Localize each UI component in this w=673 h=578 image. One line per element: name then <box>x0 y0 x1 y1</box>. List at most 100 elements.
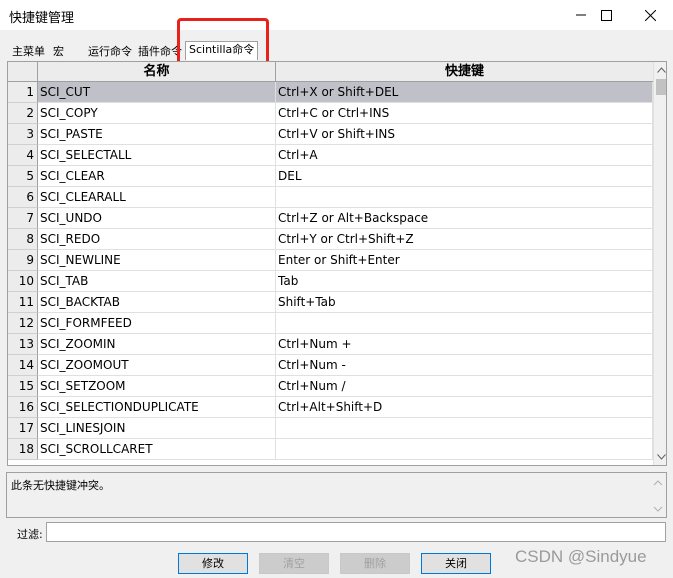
row-number[interactable]: 9 <box>8 250 38 271</box>
table-row[interactable]: 10 SCI_TAB Tab <box>8 271 653 292</box>
shortcut-cell[interactable]: Ctrl+Alt+Shift+D <box>276 397 653 418</box>
command-name-cell[interactable]: SCI_PASTE <box>38 124 276 145</box>
table-row[interactable]: 9 SCI_NEWLINE Enter or Shift+Enter <box>8 250 653 271</box>
delete-button[interactable]: 删除 <box>340 553 410 574</box>
shortcut-cell[interactable]: Enter or Shift+Enter <box>276 250 653 271</box>
command-name-cell[interactable]: SCI_REDO <box>38 229 276 250</box>
row-number[interactable]: 2 <box>8 103 38 124</box>
chevron-up-icon <box>656 67 666 73</box>
table-row[interactable]: 17 SCI_LINESJOIN <box>8 418 653 439</box>
command-name-cell[interactable]: SCI_BACKTAB <box>38 292 276 313</box>
table-row[interactable]: 13 SCI_ZOOMIN Ctrl+Num + <box>8 334 653 355</box>
chevron-down-icon <box>656 454 666 460</box>
maximize-icon <box>600 9 612 21</box>
row-number[interactable]: 15 <box>8 376 38 397</box>
command-name-cell[interactable]: SCI_NEWLINE <box>38 250 276 271</box>
row-number[interactable]: 12 <box>8 313 38 334</box>
row-number[interactable]: 1 <box>8 82 38 103</box>
shortcut-cell[interactable]: Ctrl+Z or Alt+Backspace <box>276 208 653 229</box>
table-row[interactable]: 7 SCI_UNDO Ctrl+Z or Alt+Backspace <box>8 208 653 229</box>
filter-input[interactable] <box>46 522 666 542</box>
table-row[interactable]: 2 SCI_COPY Ctrl+C or Ctrl+INS <box>8 103 653 124</box>
table-row[interactable]: 16 SCI_SELECTIONDUPLICATE Ctrl+Alt+Shift+D <box>8 397 653 418</box>
table-row[interactable]: 5 SCI_CLEAR DEL <box>8 166 653 187</box>
row-number[interactable]: 6 <box>8 187 38 208</box>
tab-macro[interactable]: 宏 <box>53 44 64 60</box>
shortcut-cell[interactable]: Ctrl+X or Shift+DEL <box>276 82 653 103</box>
row-number[interactable]: 8 <box>8 229 38 250</box>
shortcut-cell[interactable]: Ctrl+A <box>276 145 653 166</box>
message-scroll-arrows-icon <box>653 480 663 512</box>
scroll-thumb[interactable] <box>656 79 666 95</box>
message-scrollbar[interactable] <box>650 473 666 517</box>
modify-button[interactable]: 修改 <box>178 553 248 574</box>
row-number[interactable]: 14 <box>8 355 38 376</box>
tab-main-menu[interactable]: 主菜单 <box>12 44 45 60</box>
maximize-button[interactable] <box>583 0 629 30</box>
command-name-cell[interactable]: SCI_SETZOOM <box>38 376 276 397</box>
command-name-cell[interactable]: SCI_CUT <box>38 82 276 103</box>
shortcut-cell[interactable]: Shift+Tab <box>276 292 653 313</box>
column-header-name[interactable]: 名称 <box>38 62 276 82</box>
tab-plugin-commands[interactable]: 插件命令 <box>138 44 182 60</box>
shortcut-cell[interactable] <box>276 418 653 439</box>
table-row[interactable]: 18 SCI_SCROLLCARET <box>8 439 653 460</box>
table-row[interactable]: 3 SCI_PASTE Ctrl+V or Shift+INS <box>8 124 653 145</box>
table-row[interactable]: 14 SCI_ZOOMOUT Ctrl+Num - <box>8 355 653 376</box>
table-row[interactable]: 8 SCI_REDO Ctrl+Y or Ctrl+Shift+Z <box>8 229 653 250</box>
row-number[interactable]: 11 <box>8 292 38 313</box>
close-window-button[interactable] <box>627 0 673 30</box>
shortcut-cell[interactable] <box>276 439 653 460</box>
row-number[interactable]: 13 <box>8 334 38 355</box>
table-row[interactable]: 6 SCI_CLEARALL <box>8 187 653 208</box>
grid-vertical-scrollbar[interactable] <box>653 62 666 465</box>
shortcut-grid: 名称 快捷键 1 SCI_CUT Ctrl+X or Shift+DEL 2 SCI_C… <box>7 61 667 466</box>
table-row[interactable]: 1 SCI_CUT Ctrl+X or Shift+DEL <box>8 82 653 103</box>
shortcut-cell[interactable]: Ctrl+V or Shift+INS <box>276 124 653 145</box>
close-button[interactable]: 关闭 <box>421 553 491 574</box>
command-name-cell[interactable]: SCI_SELECTALL <box>38 145 276 166</box>
command-name-cell[interactable]: SCI_SELECTIONDUPLICATE <box>38 397 276 418</box>
row-number[interactable]: 3 <box>8 124 38 145</box>
title-bar: 快捷键管理 <box>0 0 673 30</box>
shortcut-cell[interactable]: Ctrl+Y or Ctrl+Shift+Z <box>276 229 653 250</box>
scroll-up-button[interactable] <box>654 62 666 78</box>
shortcut-cell[interactable]: Ctrl+Num - <box>276 355 653 376</box>
column-header-shortcut[interactable]: 快捷键 <box>276 62 653 82</box>
clear-button[interactable]: 清空 <box>259 553 329 574</box>
row-number[interactable]: 18 <box>8 439 38 460</box>
command-name-cell[interactable]: SCI_LINESJOIN <box>38 418 276 439</box>
row-number[interactable]: 10 <box>8 271 38 292</box>
shortcut-cell[interactable]: Tab <box>276 271 653 292</box>
row-number[interactable]: 17 <box>8 418 38 439</box>
row-number[interactable]: 5 <box>8 166 38 187</box>
command-name-cell[interactable]: SCI_ZOOMIN <box>38 334 276 355</box>
command-name-cell[interactable]: SCI_TAB <box>38 271 276 292</box>
command-name-cell[interactable]: SCI_ZOOMOUT <box>38 355 276 376</box>
command-name-cell[interactable]: SCI_FORMFEED <box>38 313 276 334</box>
command-name-cell[interactable]: SCI_SCROLLCARET <box>38 439 276 460</box>
close-icon <box>644 9 656 21</box>
row-number[interactable]: 7 <box>8 208 38 229</box>
command-name-cell[interactable]: SCI_CLEAR <box>38 166 276 187</box>
shortcut-cell[interactable] <box>276 187 653 208</box>
tab-run-commands[interactable]: 运行命令 <box>88 44 132 60</box>
row-number[interactable]: 16 <box>8 397 38 418</box>
command-name-cell[interactable]: SCI_UNDO <box>38 208 276 229</box>
scroll-down-button[interactable] <box>654 449 666 465</box>
shortcut-cell[interactable] <box>276 313 653 334</box>
shortcut-cell[interactable]: Ctrl+Num + <box>276 334 653 355</box>
table-row[interactable]: 11 SCI_BACKTAB Shift+Tab <box>8 292 653 313</box>
table-row[interactable]: 15 SCI_SETZOOM Ctrl+Num / <box>8 376 653 397</box>
command-name-cell[interactable]: SCI_COPY <box>38 103 276 124</box>
command-name-cell[interactable]: SCI_CLEARALL <box>38 187 276 208</box>
row-number[interactable]: 4 <box>8 145 38 166</box>
table-row[interactable]: 4 SCI_SELECTALL Ctrl+A <box>8 145 653 166</box>
table-row[interactable]: 12 SCI_FORMFEED <box>8 313 653 334</box>
conflict-message-box: 此条无快捷键冲突。 <box>6 472 667 518</box>
shortcut-cell[interactable]: Ctrl+C or Ctrl+INS <box>276 103 653 124</box>
shortcut-cell[interactable]: DEL <box>276 166 653 187</box>
window-title: 快捷键管理 <box>9 11 75 26</box>
shortcut-cell[interactable]: Ctrl+Num / <box>276 376 653 397</box>
conflict-message: 此条无快捷键冲突。 <box>11 479 110 492</box>
